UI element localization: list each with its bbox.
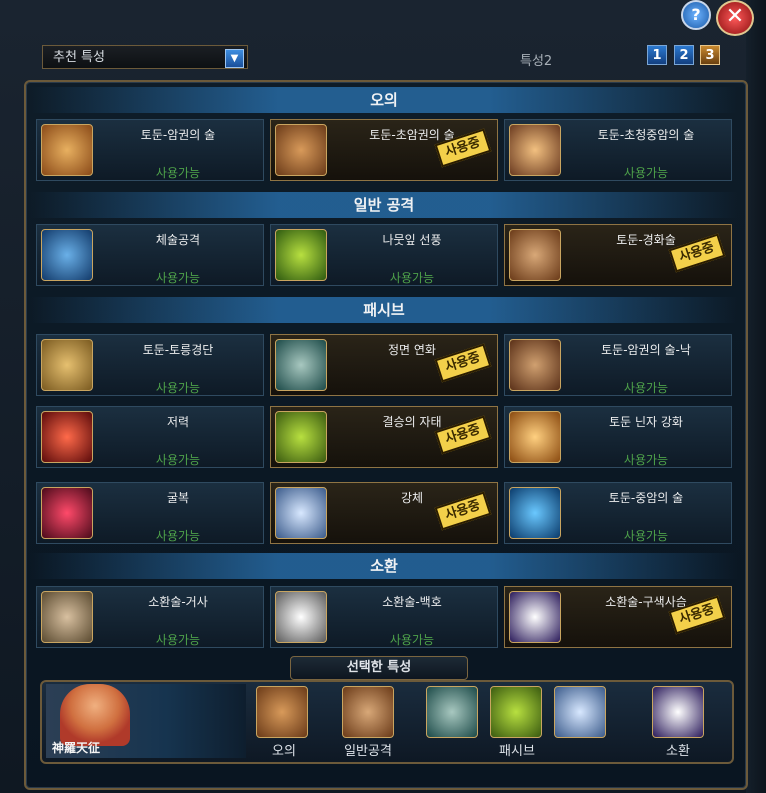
scroll-icon (275, 411, 327, 463)
blue-figures-icon (509, 487, 561, 539)
fist-icon (41, 124, 93, 176)
talent-card[interactable]: 결승의 자태 사용중 (270, 406, 498, 468)
selected-passive-slot-1[interactable] (426, 686, 478, 738)
selected-label-ougi: 오의 (272, 744, 296, 759)
talent-card[interactable]: 굴복 사용가능 (36, 482, 264, 544)
talent-card[interactable]: 토둔-초암권의 술 사용중 (270, 119, 498, 181)
drill-icon (275, 339, 327, 391)
side-strip (746, 0, 766, 793)
giant-icon (41, 591, 93, 643)
selected-talents-title: 선택한 특성 (290, 656, 468, 680)
talent-card[interactable]: 토둔-토릉경단 사용가능 (36, 334, 264, 396)
chevron-down-icon[interactable]: ▼ (225, 49, 244, 68)
talent-card[interactable]: 소환술-거사 사용가능 (36, 586, 264, 648)
preset-label: 특성2 (520, 54, 553, 69)
talent-card[interactable]: 나뭇잎 선풍 사용가능 (270, 224, 498, 286)
talent-card[interactable]: 토둔-초청중암의 술 사용가능 (504, 119, 732, 181)
selected-passive-slot-3[interactable] (554, 686, 606, 738)
white-deer-icon (509, 591, 561, 643)
white-tiger-icon (275, 591, 327, 643)
help-button[interactable]: ? (681, 0, 711, 30)
talent-card[interactable]: 저력 사용가능 (36, 406, 264, 468)
section-passive: 패시브 (30, 297, 738, 323)
selected-ougi-slot[interactable] (256, 686, 308, 738)
talent-card[interactable]: 토둔-경화술 사용중 (504, 224, 732, 286)
selected-label-summon: 소환 (666, 744, 690, 759)
preset-2-button[interactable]: 2 (674, 45, 694, 65)
selected-summon-slot[interactable] (652, 686, 704, 738)
leaf-whirlwind-icon (275, 229, 327, 281)
selected-label-normal: 일반공격 (344, 744, 392, 759)
character-portrait: 神羅天征 (46, 684, 246, 758)
close-button[interactable]: ✕ (716, 0, 754, 36)
talent-preset-dropdown[interactable]: 추천 특성 ▼ (42, 45, 248, 69)
talent-card[interactable]: 토둔 닌자 강화 사용가능 (504, 406, 732, 468)
selected-normal-slot[interactable] (342, 686, 394, 738)
preset-3-button[interactable]: 3 (700, 45, 720, 65)
section-normal-attack: 일반 공격 (30, 192, 738, 218)
avatar (60, 684, 130, 746)
character-name: 神羅天征 (52, 741, 101, 755)
talent-card[interactable]: 토둔-중암의 술 사용가능 (504, 482, 732, 544)
dropdown-value: 추천 특성 (53, 50, 105, 65)
talent-card[interactable]: 정면 연화 사용중 (270, 334, 498, 396)
red-aura-icon (41, 411, 93, 463)
silver-body-icon (275, 487, 327, 539)
earth-fist-icon (41, 339, 93, 391)
talent-card[interactable]: 소환술-구색사슴 사용중 (504, 586, 732, 648)
talent-card[interactable]: 체술공격 사용가능 (36, 224, 264, 286)
selected-passive-slot-2[interactable] (490, 686, 542, 738)
hardened-shield-icon (509, 229, 561, 281)
selected-label-passive: 패시브 (499, 744, 535, 759)
talent-card[interactable]: 토둔-암권의 술 사용가능 (36, 119, 264, 181)
talent-card[interactable]: 강체 사용중 (270, 482, 498, 544)
rock-fist-icon (509, 339, 561, 391)
earth-kanji-icon (509, 411, 561, 463)
punch-icon (41, 229, 93, 281)
section-ougi: 오의 (30, 87, 738, 113)
talent-card[interactable]: 소환술-백호 사용가능 (270, 586, 498, 648)
preset-1-button[interactable]: 1 (647, 45, 667, 65)
heavy-fist-icon (509, 124, 561, 176)
red-figure-icon (41, 487, 93, 539)
talent-card[interactable]: 토둔-암권의 술-낙 사용가능 (504, 334, 732, 396)
muscle-arm-icon (275, 124, 327, 176)
section-summon: 소환 (30, 553, 738, 579)
